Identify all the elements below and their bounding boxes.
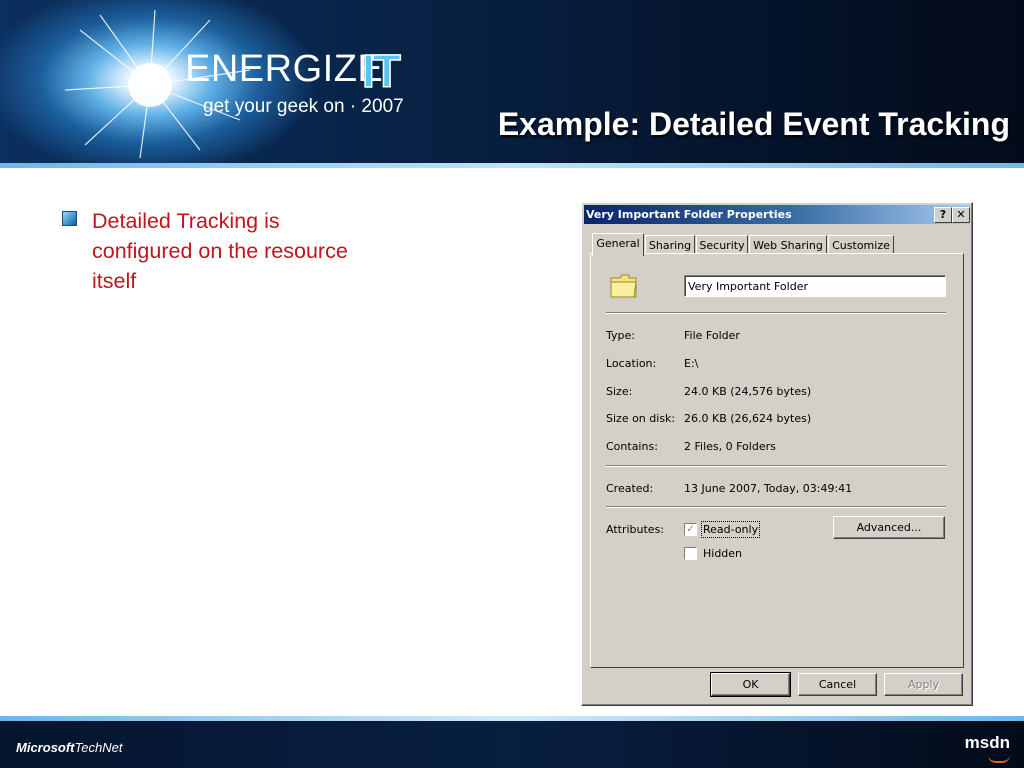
location-label: Location:	[606, 357, 657, 370]
type-label: Type:	[606, 329, 635, 342]
general-panel: Very Important Folder Type: File Folder …	[590, 253, 964, 668]
bullet-text: Detailed Tracking is configured on the r…	[92, 209, 348, 293]
cancel-button[interactable]: Cancel	[798, 673, 877, 696]
size-on-disk-label: Size on disk:	[606, 412, 676, 425]
header-banner: ENERGIZE IT get your geek on · 2007 Exam…	[0, 0, 1024, 163]
microsoft-wordmark: Microsoft	[16, 740, 75, 755]
technet-wordmark: TechNet	[74, 740, 123, 755]
size-value: 24.0 KB (24,576 bytes)	[684, 385, 812, 398]
slide-title: Example: Detailed Event Tracking	[497, 106, 1010, 142]
contains-label: Contains:	[606, 440, 658, 453]
folder-name-input[interactable]: Very Important Folder	[684, 275, 946, 297]
tagline: get your geek on · 2007	[203, 96, 404, 117]
msdn-logo: msdn	[964, 733, 1010, 752]
properties-dialog: Very Important Folder Properties ? ✕ Gen…	[581, 202, 973, 706]
advanced-button[interactable]: Advanced...	[833, 516, 945, 539]
separator	[606, 465, 946, 467]
ok-button[interactable]: OK	[710, 672, 791, 697]
tab-customize[interactable]: Customize	[828, 235, 894, 255]
close-button[interactable]: ✕	[952, 207, 970, 223]
separator	[606, 312, 946, 314]
header-divider	[0, 163, 1024, 168]
created-value: 13 June 2007, Today, 03:49:41	[684, 482, 853, 495]
dialog-title: Very Important Folder Properties	[586, 208, 792, 221]
separator	[606, 506, 946, 508]
logo-word: ENERGIZE	[185, 48, 384, 90]
location-value: E:\	[684, 357, 699, 370]
tab-sharing[interactable]: Sharing	[645, 235, 695, 255]
dialog-titlebar[interactable]: Very Important Folder Properties ? ✕	[584, 205, 970, 224]
logo-it: IT	[361, 44, 401, 98]
tab-web-sharing[interactable]: Web Sharing	[749, 235, 827, 255]
hidden-label[interactable]: Hidden	[703, 547, 742, 560]
tab-security[interactable]: Security	[696, 235, 748, 255]
type-value: File Folder	[684, 329, 740, 342]
apply-button[interactable]: Apply	[884, 673, 963, 696]
readonly-checkbox[interactable]: ✓	[684, 523, 697, 536]
technet-logo: MicrosoftTechNet	[16, 740, 122, 755]
folder-icon	[610, 274, 637, 298]
footer-bar: MicrosoftTechNet msdn	[0, 721, 1024, 768]
created-label: Created:	[606, 482, 654, 495]
size-label: Size:	[606, 385, 633, 398]
contains-value: 2 Files, 0 Folders	[684, 440, 776, 453]
msdn-swoosh-icon	[988, 755, 1010, 763]
size-on-disk-value: 26.0 KB (26,624 bytes)	[684, 412, 812, 425]
readonly-label[interactable]: Read-only	[700, 521, 761, 538]
bullet-icon	[62, 211, 77, 226]
help-button[interactable]: ?	[934, 207, 952, 223]
tab-general[interactable]: General	[592, 233, 644, 256]
hidden-checkbox[interactable]	[684, 547, 697, 560]
attributes-label: Attributes:	[606, 523, 665, 536]
